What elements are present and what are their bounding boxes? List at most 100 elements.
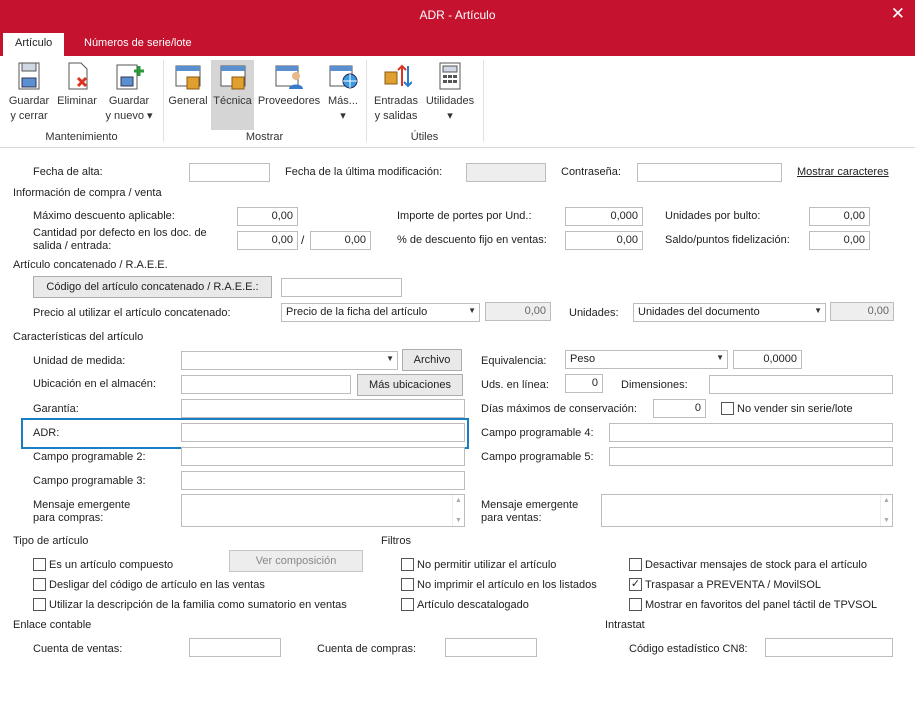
dias-conservacion-label: Días máximos de conservación: (481, 403, 637, 415)
save-close-button[interactable]: Guardar y cerrar (5, 60, 53, 124)
dimensiones-label: Dimensiones: (621, 379, 688, 391)
cuenta-compras-input[interactable] (445, 638, 537, 657)
precio-concatenado-select[interactable]: Precio de la ficha del artículo ▼ (281, 303, 480, 322)
cuenta-ventas-label: Cuenta de ventas: (33, 643, 123, 655)
codigo-concatenado-input[interactable] (281, 278, 402, 297)
section-concatenado: Artículo concatenado / R.A.E.E. (13, 259, 168, 271)
precio-concatenado-label: Precio al utilizar el artículo concatena… (33, 307, 231, 319)
descatalogado-label: Artículo descatalogado (417, 599, 529, 611)
general-button[interactable]: General (167, 60, 209, 109)
unidades-bulto-label: Unidades por bulto: (665, 210, 761, 222)
adr-input[interactable] (181, 423, 465, 442)
portes-input[interactable]: 0,000 (565, 207, 643, 226)
ver-composicion-button[interactable]: Ver composición (229, 550, 363, 572)
max-desc-label: Máximo descuento aplicable: (33, 210, 175, 222)
garantia-input[interactable] (181, 399, 465, 418)
contrasena-input[interactable] (637, 163, 782, 182)
scroll-down-icon[interactable]: ▼ (455, 517, 462, 524)
cp5-input[interactable] (609, 447, 893, 466)
chevron-down-icon: ▼ (716, 353, 724, 362)
ubicacion-label: Ubicación en el almacén: (33, 378, 156, 390)
msg-ventas-label: Mensaje emergente para ventas: (481, 499, 579, 524)
scroll-down-icon[interactable]: ▼ (883, 517, 890, 524)
tecnica-icon (220, 65, 245, 90)
traspasar-preventa-checkbox[interactable]: ✓ (629, 578, 642, 591)
equivalencia-select[interactable]: Peso ▼ (565, 350, 728, 369)
mostrar-favoritos-label: Mostrar en favoritos del panel táctil de… (645, 599, 878, 611)
fecha-alta-input[interactable] (189, 163, 270, 182)
unidades-bulto-input[interactable]: 0,00 (809, 207, 870, 226)
no-vender-label: No vender sin serie/lote (737, 403, 853, 415)
delete-button[interactable]: Eliminar (55, 60, 99, 109)
saldo-puntos-input[interactable]: 0,00 (809, 231, 870, 250)
utilizar-desc-label: Utilizar la descripción de la familia co… (49, 599, 347, 611)
window-title: ADR - Artículo (419, 8, 496, 22)
msg-ventas-textarea[interactable]: ▲ ▼ (601, 494, 893, 527)
desactivar-mensajes-checkbox[interactable] (629, 558, 642, 571)
save-new-button[interactable]: Guardar y nuevo ▾ (103, 60, 155, 124)
entradas-salidas-label: Entradas y salidas (373, 95, 419, 122)
cp2-input[interactable] (181, 447, 465, 466)
desligar-checkbox[interactable] (33, 578, 46, 591)
tab-numeros-serie[interactable]: Números de serie/lote (72, 33, 204, 56)
tab-bar: Artículo Números de serie/lote (0, 31, 915, 56)
codigo-concatenado-button[interactable]: Código del artículo concatenado / R.A.E.… (33, 276, 272, 298)
cantidad-entrada-input[interactable]: 0,00 (310, 231, 371, 250)
cp4-input[interactable] (609, 423, 893, 442)
proveedores-button[interactable]: Proveedores (256, 60, 322, 109)
calculator-icon (439, 62, 461, 90)
cuenta-ventas-input[interactable] (189, 638, 281, 657)
save-new-icon (116, 64, 144, 90)
mostrar-caracteres-link[interactable]: Mostrar caracteres (797, 166, 889, 178)
tab-articulo[interactable]: Artículo (3, 33, 65, 56)
cantidad-separator: / (301, 233, 305, 247)
group-mostrar: Mostrar (245, 131, 284, 143)
unidades-concat-value-input: 0,00 (830, 302, 894, 321)
unidades-concat-select[interactable]: Unidades del documento ▼ (633, 303, 826, 322)
mas-button[interactable]: Más... ▾ (324, 60, 362, 124)
uds-linea-input[interactable]: 0 (565, 374, 603, 393)
scrollbar[interactable]: ▲ ▼ (452, 495, 464, 526)
dimensiones-input[interactable] (709, 375, 893, 394)
utilidades-button[interactable]: Utilidades ▾ (424, 60, 476, 124)
ubicacion-input[interactable] (181, 375, 351, 394)
utilizar-desc-checkbox[interactable] (33, 598, 46, 611)
mostrar-favoritos-checkbox[interactable] (629, 598, 642, 611)
scroll-up-icon[interactable]: ▲ (883, 497, 890, 504)
cn8-input[interactable] (765, 638, 893, 657)
no-permitir-checkbox[interactable] (401, 558, 414, 571)
descatalogado-checkbox[interactable] (401, 598, 414, 611)
archivo-button[interactable]: Archivo (402, 349, 462, 371)
unidad-medida-select[interactable]: ▼ (181, 351, 398, 370)
contrasena-label: Contraseña: (561, 166, 621, 178)
delete-label: Eliminar (57, 95, 97, 107)
cp5-label: Campo programable 5: (481, 451, 594, 463)
ribbon-separator (483, 60, 484, 142)
scrollbar[interactable]: ▲ ▼ (880, 495, 892, 526)
general-label: General (168, 95, 208, 107)
desc-fijo-input[interactable]: 0,00 (565, 231, 643, 250)
entradas-salidas-button[interactable]: Entradas y salidas (370, 60, 422, 124)
adr-label: ADR: (33, 427, 60, 439)
section-intrastat: Intrastat (605, 619, 645, 631)
cp3-input[interactable] (181, 471, 465, 490)
general-icon (175, 65, 201, 90)
equivalencia-input[interactable]: 0,0000 (733, 350, 802, 369)
equivalencia-value: Peso (570, 353, 596, 365)
compuesto-checkbox[interactable] (33, 558, 46, 571)
dias-conservacion-input[interactable]: 0 (653, 399, 706, 418)
precio-concatenado-value: Precio de la ficha del artículo (286, 306, 428, 318)
save-close-label: Guardar y cerrar (8, 95, 50, 122)
tecnica-button[interactable]: Técnica (211, 60, 254, 130)
section-tipo-articulo: Tipo de artículo (13, 535, 89, 547)
cantidad-salida-input[interactable]: 0,00 (237, 231, 298, 250)
no-imprimir-checkbox[interactable] (401, 578, 414, 591)
mas-ubicaciones-button[interactable]: Más ubicaciones (357, 374, 463, 396)
scroll-up-icon[interactable]: ▲ (455, 497, 462, 504)
msg-compras-textarea[interactable]: ▲ ▼ (181, 494, 465, 527)
chevron-down-icon: ▼ (814, 306, 822, 315)
no-vender-checkbox[interactable] (721, 402, 734, 415)
max-desc-input[interactable]: 0,00 (237, 207, 298, 226)
uds-linea-label: Uds. en línea: (481, 379, 549, 391)
close-icon[interactable]: ✕ (891, 4, 905, 24)
